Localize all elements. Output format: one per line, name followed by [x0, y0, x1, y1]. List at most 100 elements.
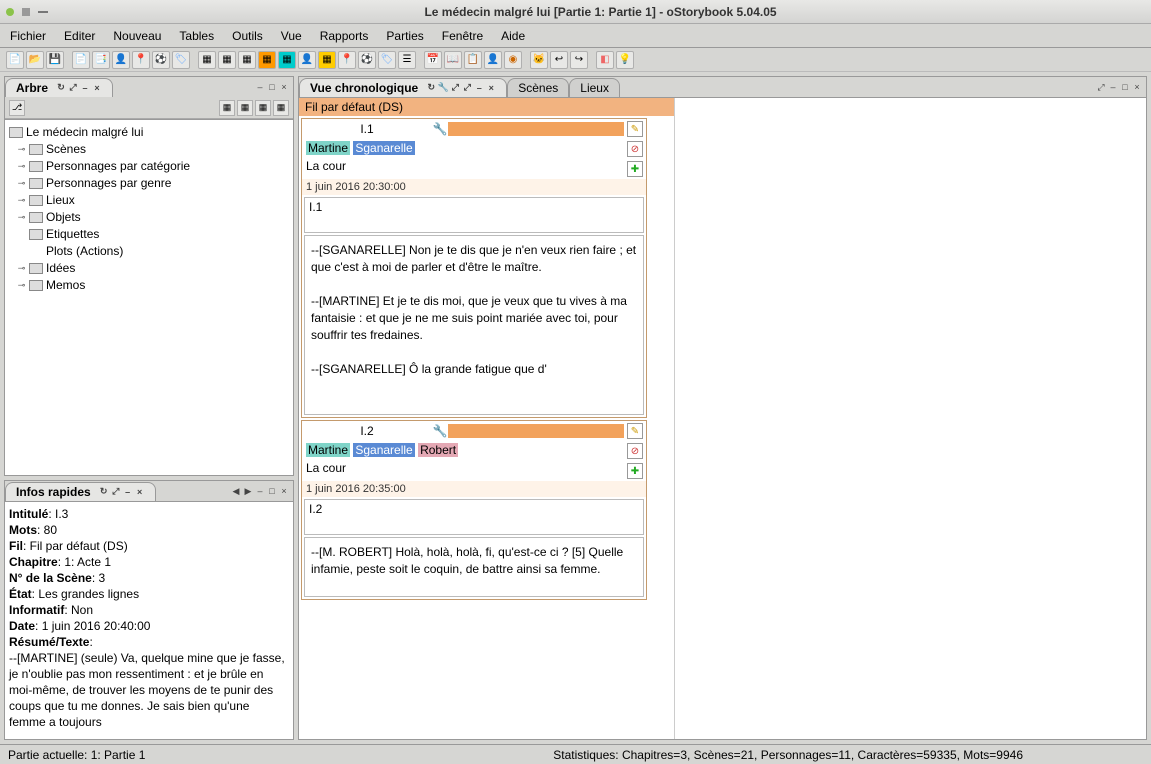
plus-icon[interactable]: ✚	[627, 161, 643, 177]
scene-text[interactable]: --[SGANARELLE] Non je te dis que je n'en…	[304, 235, 644, 415]
pin-icon[interactable]: ⤢	[68, 83, 78, 93]
tree-item-lieux[interactable]: ⊸Lieux	[9, 192, 289, 209]
toolbar-teal-icon[interactable]: ▦	[278, 51, 296, 69]
panel-close-icon[interactable]: ×	[1132, 82, 1142, 92]
expand-icon[interactable]: ⤢	[450, 83, 460, 93]
toolbar-arr1-icon[interactable]: ↩	[550, 51, 568, 69]
grid1-icon[interactable]: ▦	[219, 100, 235, 116]
toolbar-save-icon[interactable]: 💾	[46, 51, 64, 69]
menu-editer[interactable]: Editer	[64, 29, 95, 43]
toolbar-book-icon[interactable]: 📖	[444, 51, 462, 69]
menu-fenetre[interactable]: Fenêtre	[442, 29, 483, 43]
forbid-icon[interactable]: ⊘	[627, 443, 643, 459]
wrench-icon[interactable]: 🔧	[432, 122, 448, 136]
toolbar-ball-icon[interactable]: ⚽	[152, 51, 170, 69]
panel-max-icon[interactable]: □	[267, 486, 277, 496]
scene-id-box[interactable]: I.2	[304, 499, 644, 535]
tab-infos[interactable]: Infos rapides ↻ ⤢ – ×	[5, 482, 156, 501]
character-tag[interactable]: Martine	[306, 141, 350, 155]
toolbar-table3-icon[interactable]: ▦	[238, 51, 256, 69]
panel-max-icon[interactable]: □	[267, 82, 277, 92]
tree-item-plots[interactable]: Plots (Actions)	[9, 243, 289, 260]
window-control-icon[interactable]	[22, 8, 30, 16]
tree-item-perso-cat[interactable]: ⊸Personnages par catégorie	[9, 158, 289, 175]
tree-item-objets[interactable]: ⊸Objets	[9, 209, 289, 226]
wrench-icon[interactable]: 🔧	[438, 83, 448, 93]
panel-close-icon[interactable]: ×	[279, 82, 289, 92]
character-tag[interactable]: Martine	[306, 443, 350, 457]
tree-root[interactable]: Le médecin malgré lui	[9, 124, 289, 141]
tab-arbre[interactable]: Arbre ↻ ⤢ – ×	[5, 78, 113, 97]
refresh-icon[interactable]: ↻	[99, 487, 109, 497]
toolbar-list-icon[interactable]: ☰	[398, 51, 416, 69]
scene-id-box[interactable]: I.1	[304, 197, 644, 233]
toolbar-person-icon[interactable]: 👤	[112, 51, 130, 69]
tree-item-etiquettes[interactable]: Etiquettes	[9, 226, 289, 243]
panel-max-icon[interactable]: □	[1120, 82, 1130, 92]
menu-rapports[interactable]: Rapports	[320, 29, 369, 43]
toolbar-sheet-icon[interactable]: 📋	[464, 51, 482, 69]
panel-min-icon[interactable]: –	[255, 82, 265, 92]
toolbar-tag-icon[interactable]: 🏷	[172, 51, 190, 69]
panel-pin-icon[interactable]: ⤢	[1096, 82, 1106, 92]
menu-parties[interactable]: Parties	[386, 29, 423, 43]
toolbar-lamp-icon[interactable]: 💡	[616, 51, 634, 69]
tree-item-perso-genre[interactable]: ⊸Personnages par genre	[9, 175, 289, 192]
menu-vue[interactable]: Vue	[281, 29, 302, 43]
pin-icon[interactable]: ⤢	[462, 83, 472, 93]
toolbar-p3-icon[interactable]: 👤	[484, 51, 502, 69]
plus-icon[interactable]: ✚	[627, 463, 643, 479]
wrench-icon[interactable]: 🔧	[432, 424, 448, 438]
toolbar-copy-icon[interactable]: 📑	[92, 51, 110, 69]
toolbar-location-icon[interactable]: 📍	[132, 51, 150, 69]
edit-icon[interactable]: ✎	[627, 121, 643, 137]
toolbar-cal-icon[interactable]: 📅	[424, 51, 442, 69]
grid4-icon[interactable]: ▦	[273, 100, 289, 116]
next-icon[interactable]: ▶	[243, 486, 253, 496]
tab-chrono[interactable]: Vue chronologique ↻ 🔧 ⤢ ⤢ – ×	[299, 78, 507, 97]
character-tag[interactable]: Robert	[418, 443, 458, 457]
menu-outils[interactable]: Outils	[232, 29, 263, 43]
character-tag[interactable]: Sganarelle	[353, 443, 414, 457]
toolbar-new-icon[interactable]: 📄	[6, 51, 24, 69]
tree-item-memos[interactable]: ⊸Memos	[9, 277, 289, 294]
toolbar-ball2-icon[interactable]: ⚽	[358, 51, 376, 69]
toolbar-person2-icon[interactable]: 👤	[298, 51, 316, 69]
tree-item-scenes[interactable]: ⊸Scènes	[9, 141, 289, 158]
toolbar-table-icon[interactable]: ▦	[198, 51, 216, 69]
pin-icon[interactable]: ⤢	[111, 487, 121, 497]
forbid-icon[interactable]: ⊘	[627, 141, 643, 157]
toolbar-tag2-icon[interactable]: 🏷	[378, 51, 396, 69]
character-tag[interactable]: Sganarelle	[353, 141, 414, 155]
close-icon[interactable]: ×	[92, 83, 102, 93]
tab-lieux[interactable]: Lieux	[569, 78, 620, 97]
menu-nouveau[interactable]: Nouveau	[113, 29, 161, 43]
grid2-icon[interactable]: ▦	[237, 100, 253, 116]
refresh-icon[interactable]: ↻	[56, 83, 66, 93]
refresh-icon[interactable]: ↻	[426, 83, 436, 93]
tab-scenes[interactable]: Scènes	[507, 78, 569, 97]
toolbar-erase-icon[interactable]: ◧	[596, 51, 614, 69]
menu-fichier[interactable]: Fichier	[10, 29, 46, 43]
prev-icon[interactable]: ◀	[231, 486, 241, 496]
close-icon[interactable]: ×	[135, 487, 145, 497]
min-icon[interactable]: –	[123, 487, 133, 497]
edit-icon[interactable]: ✎	[627, 423, 643, 439]
toolbar-gold-icon[interactable]: ▦	[318, 51, 336, 69]
min-icon[interactable]: –	[80, 83, 90, 93]
toolbar-open-icon[interactable]: 📂	[26, 51, 44, 69]
toolbar-brain-icon[interactable]: ◉	[504, 51, 522, 69]
toolbar-table2-icon[interactable]: ▦	[218, 51, 236, 69]
panel-close-icon[interactable]: ×	[279, 486, 289, 496]
panel-min-icon[interactable]: –	[255, 486, 265, 496]
toolbar-arr2-icon[interactable]: ↪	[570, 51, 588, 69]
min-icon[interactable]: –	[474, 83, 484, 93]
close-icon[interactable]: ×	[486, 83, 496, 93]
tree-item-idees[interactable]: ⊸Idées	[9, 260, 289, 277]
toolbar-loc2-icon[interactable]: 📍	[338, 51, 356, 69]
menu-aide[interactable]: Aide	[501, 29, 525, 43]
toolbar-an1-icon[interactable]: 🐱	[530, 51, 548, 69]
chrono-list[interactable]: I.1 🔧 Martine Sganarelle La cour ✎ ⊘ ✚ 1…	[299, 116, 674, 739]
menu-tables[interactable]: Tables	[179, 29, 214, 43]
scene-text[interactable]: --[M. ROBERT] Holà, holà, holà, fi, qu'e…	[304, 537, 644, 597]
